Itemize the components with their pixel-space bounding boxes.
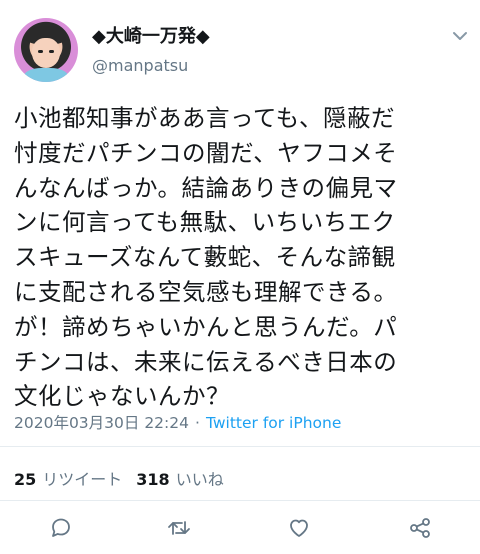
user-handle[interactable]: @manpatsu: [92, 56, 188, 75]
meta-separator: ·: [195, 414, 200, 432]
likes-count: 318: [136, 470, 170, 489]
reply-icon[interactable]: [47, 514, 75, 542]
display-name[interactable]: ◆大崎一万発◆: [92, 22, 210, 48]
retweet-icon[interactable]: [165, 514, 193, 542]
avatar-shirt: [24, 68, 68, 82]
likes-label: いいね: [175, 470, 224, 489]
avatar-eye: [38, 50, 43, 53]
retweets-label: リツイート: [42, 470, 123, 489]
divider: [0, 500, 480, 501]
tweet-meta: 2020年03月30日 22:24 · Twitter for iPhone: [14, 411, 341, 433]
action-bar: [0, 510, 480, 546]
avatar-face: [32, 38, 60, 68]
retweets-count: 25: [14, 470, 37, 489]
avatar[interactable]: [14, 18, 78, 82]
chevron-down-icon[interactable]: [448, 26, 472, 46]
tweet-header: ◆大崎一万発◆ @manpatsu: [0, 0, 480, 100]
avatar-eye: [49, 50, 54, 53]
tweet-stats: 25 リツイート 318 いいね: [14, 466, 238, 490]
tweet-text: 小池都知事がああ言っても、隠蔽だ 忖度だパチンコの闇だ、ヤフコメそ んなんばっか…: [14, 104, 398, 411]
likes-stat[interactable]: 318 いいね: [136, 470, 223, 489]
tweet-source-link[interactable]: Twitter for iPhone: [206, 414, 341, 432]
tweet-timestamp[interactable]: 2020年03月30日 22:24: [14, 414, 189, 432]
retweets-stat[interactable]: 25 リツイート: [14, 470, 122, 489]
share-icon[interactable]: [406, 514, 434, 542]
divider: [0, 446, 480, 447]
heart-icon[interactable]: [285, 514, 313, 542]
